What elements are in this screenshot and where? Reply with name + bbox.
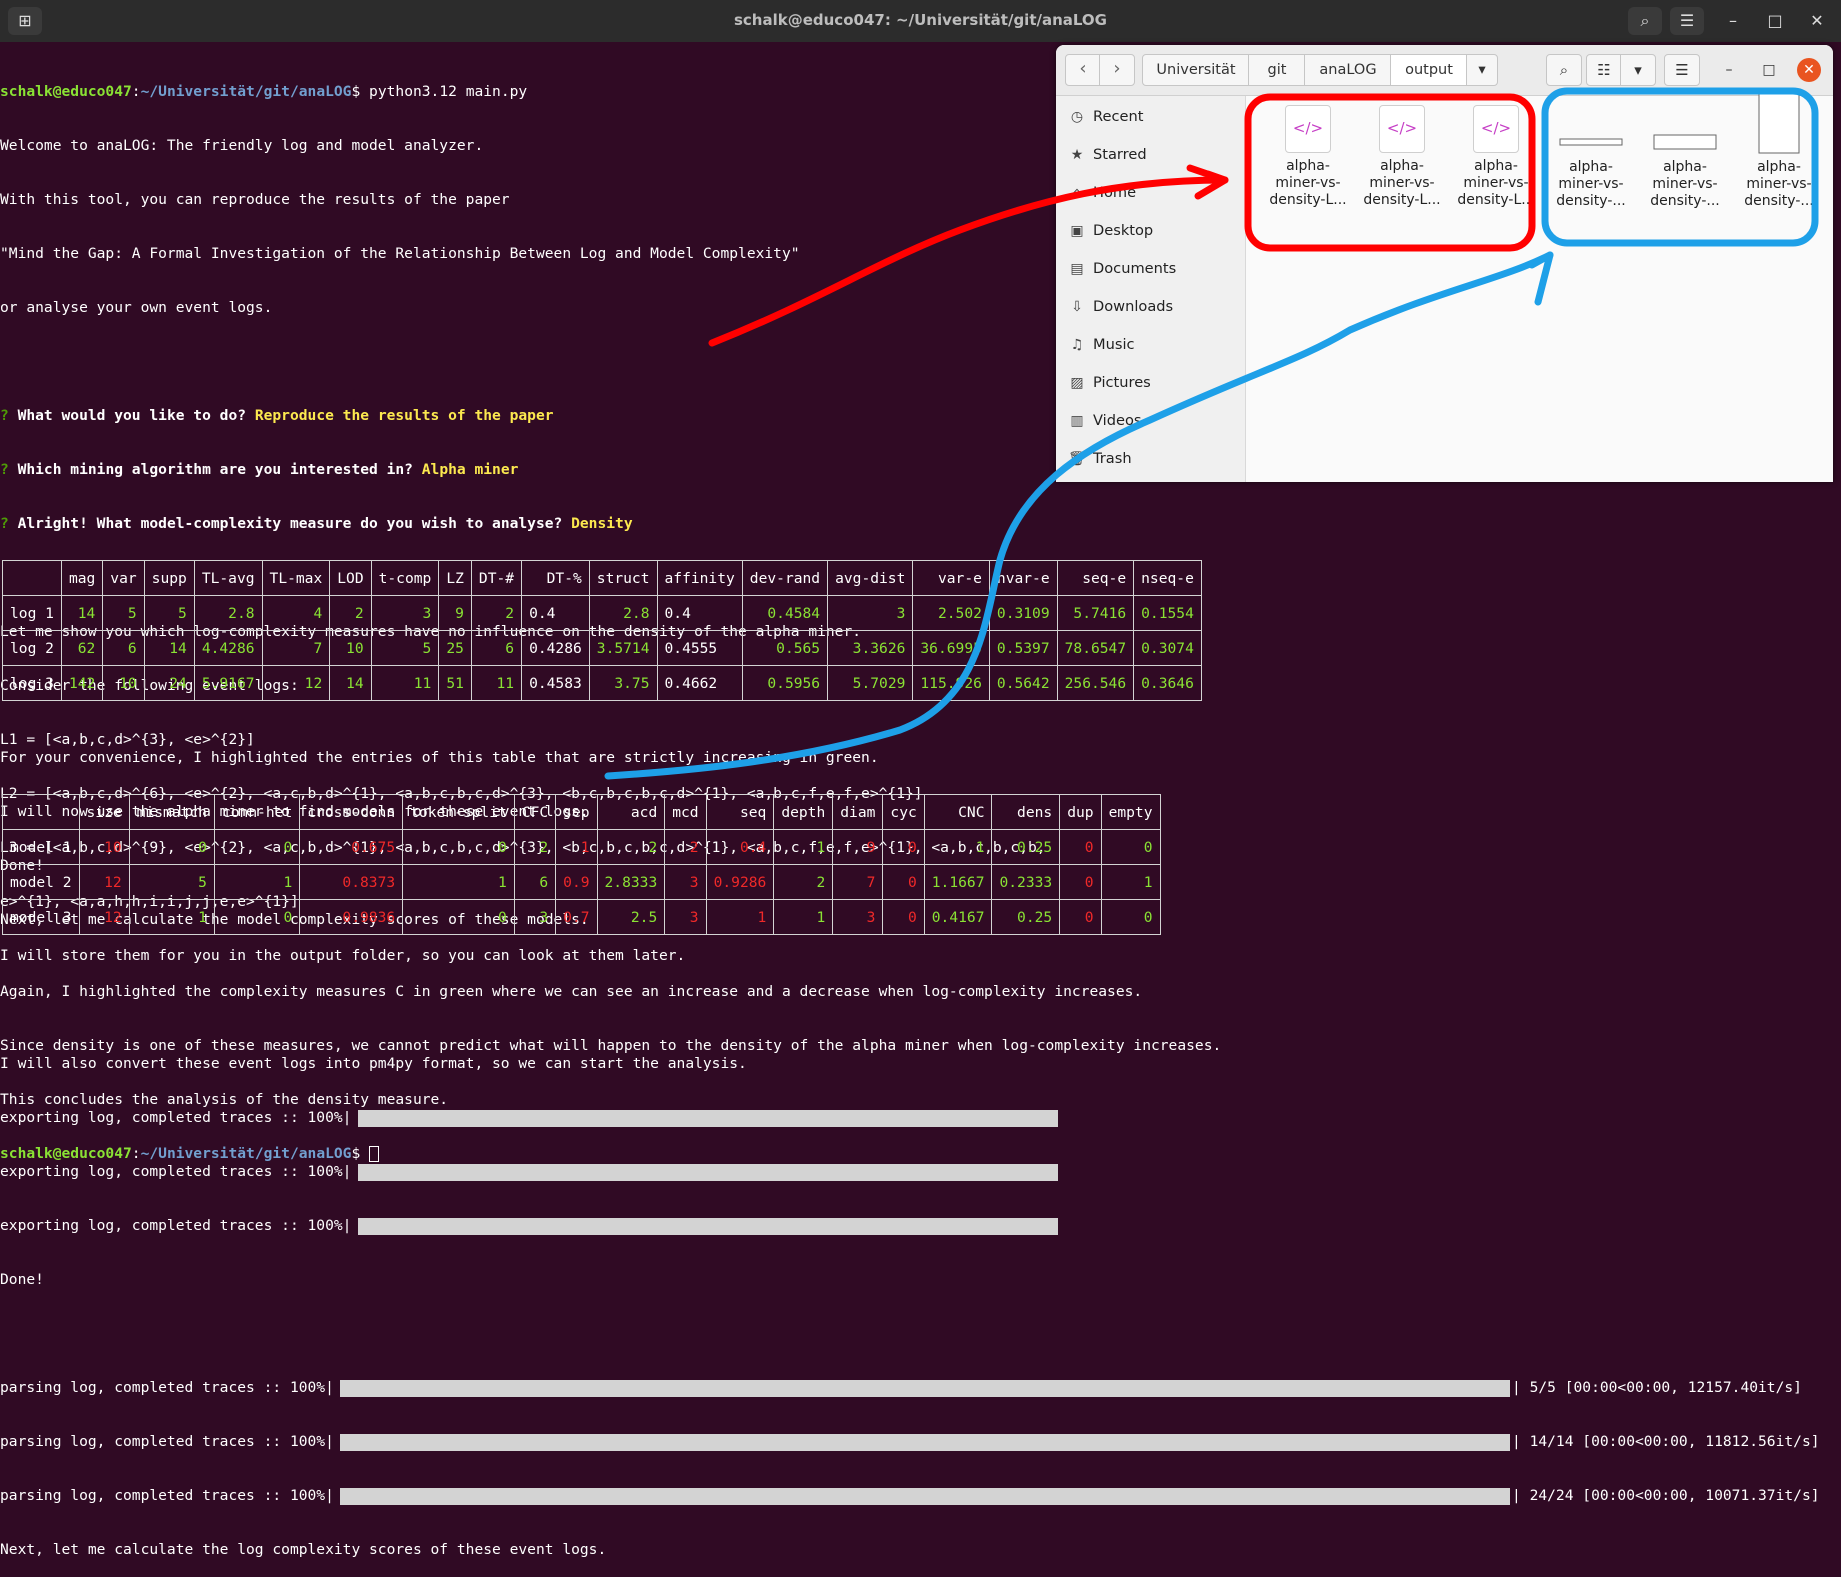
progress-bar bbox=[358, 1218, 1058, 1235]
progress-bar bbox=[340, 1488, 1510, 1505]
annotation-overlay bbox=[604, 87, 1819, 780]
end-line: This concludes the analysis of the densi… bbox=[0, 1091, 449, 1108]
blue-annotation-box bbox=[1541, 87, 1819, 247]
done-line: Done! bbox=[0, 1271, 44, 1288]
parse-line: parsing log, completed traces :: 100%| | … bbox=[0, 1487, 1820, 1505]
parse-stat: | 24/24 [00:00<00:00, 10071.37it/s] bbox=[1512, 1487, 1820, 1504]
red-arrow bbox=[708, 176, 1229, 347]
parse-line: parsing log, completed traces :: 100%| | … bbox=[0, 1379, 1802, 1397]
progress-bar bbox=[340, 1380, 1510, 1397]
parse-stat: | 5/5 [00:00<00:00, 12157.40it/s] bbox=[1512, 1379, 1802, 1396]
log-calc-line: Next, let me calculate the log complexit… bbox=[0, 1541, 607, 1558]
prompt-line[interactable]: schalk@educo047:~/Universität/git/anaLOG… bbox=[0, 1145, 1841, 1163]
blue-arrow bbox=[604, 251, 1554, 780]
progress-bar bbox=[340, 1434, 1510, 1451]
blue-arrowhead bbox=[1528, 251, 1554, 306]
parse-stat: | 14/14 [00:00<00:00, 11812.56it/s] bbox=[1512, 1433, 1820, 1450]
red-annotation-box bbox=[1244, 93, 1536, 252]
cursor bbox=[369, 1146, 380, 1162]
parse-line: parsing log, completed traces :: 100%| | … bbox=[0, 1433, 1820, 1451]
end-line: Since density is one of these measures, … bbox=[0, 1037, 1222, 1054]
export-line: exporting log, completed traces :: 100%| bbox=[0, 1217, 1841, 1235]
